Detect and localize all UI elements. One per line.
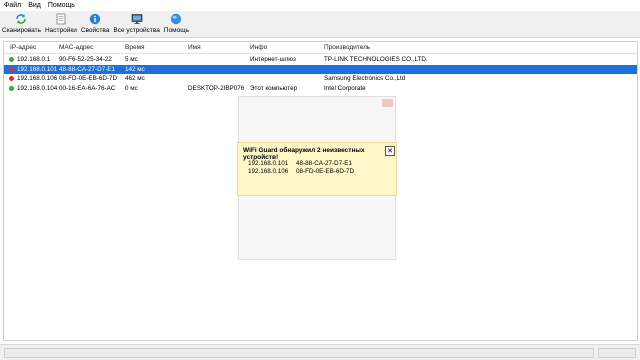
menu-view[interactable]: Вид xyxy=(28,2,41,9)
status-bar xyxy=(0,344,640,360)
status-dot-icon xyxy=(9,66,14,72)
cell-ip: 192.168.0.106 xyxy=(17,75,58,82)
status-progress-area xyxy=(4,348,594,358)
settings-page-icon xyxy=(55,13,67,25)
notification-device-mac: 48-88-CA-27-D7-E1 xyxy=(296,160,352,167)
table-row[interactable]: 192.168.0.104 00-16-EA-6A-76-AC 0 мс DES… xyxy=(4,84,637,94)
cell-ip: 192.168.0.101 xyxy=(17,65,58,73)
notification-device-ip: 192.168.0.101 xyxy=(248,160,289,167)
cell-time: 0 мс xyxy=(125,84,138,92)
table-row-selected[interactable]: 192.168.0.101 48-88-CA-27-D7-E1 142 мс xyxy=(4,64,637,74)
cell-mac: 48-88-CA-27-D7-E1 xyxy=(59,65,115,73)
settings-button[interactable]: Настройки xyxy=(45,11,77,37)
status-dot-icon xyxy=(9,76,14,81)
cell-mac: 08-FD-0E-EB-6D-7D xyxy=(59,75,118,82)
menu-bar: Файл Вид Помощь xyxy=(0,0,640,11)
unknown-devices-notification: WiFi Guard обнаружил 2 неизвестных устро… xyxy=(237,142,397,196)
notification-device-ip: 192.168.0.106 xyxy=(248,168,289,175)
close-icon xyxy=(382,99,393,107)
close-icon[interactable]: ✕ xyxy=(385,146,395,156)
cell-ip: 192.168.0.104 xyxy=(17,84,58,92)
cell-name: DESKTOP-2IBP076 xyxy=(188,84,245,92)
header-vendor[interactable]: Производитель xyxy=(324,44,370,51)
monitor-icon xyxy=(131,13,143,25)
cell-mac: 90-F6-52-25-34-22 xyxy=(59,56,112,63)
header-mac[interactable]: MAC-адрес xyxy=(59,44,94,51)
menu-help[interactable]: Помощь xyxy=(48,2,75,9)
header-info[interactable]: Инфо xyxy=(250,44,267,51)
settings-label: Настройки xyxy=(44,27,77,34)
all-devices-label: Все устройства xyxy=(113,27,160,34)
help-label: Помощь xyxy=(163,27,189,34)
status-dot-icon xyxy=(9,57,14,62)
table-row[interactable]: 192.168.0.106 08-FD-0E-EB-6D-7D 462 мс S… xyxy=(4,74,637,84)
scan-label: Сканировать xyxy=(2,27,41,34)
notification-title: WiFi Guard обнаружил 2 неизвестных устро… xyxy=(243,147,365,161)
help-button[interactable]: Помощь xyxy=(164,11,189,37)
header-name[interactable]: Имя xyxy=(188,44,201,51)
cell-time: 5 мс xyxy=(125,56,138,63)
cell-info: Интернет-шлюз xyxy=(250,56,296,63)
status-dot-icon xyxy=(9,85,14,91)
properties-label: Свойства xyxy=(80,27,110,34)
cell-vendor: TP-LINK TECHNOLOGIES CO.,LTD. xyxy=(324,56,428,63)
all-devices-button[interactable]: Все устройства xyxy=(113,11,160,37)
cell-time: 462 мс xyxy=(125,75,145,82)
cell-mac: 00-16-EA-6A-76-AC xyxy=(59,84,116,92)
menu-file[interactable]: Файл xyxy=(4,2,21,9)
help-globe-icon xyxy=(170,13,182,25)
properties-button[interactable]: Свойства xyxy=(80,11,110,37)
refresh-icon xyxy=(15,13,27,25)
toolbar: Сканировать Настройки Свойства Все устро… xyxy=(0,11,640,38)
cell-vendor: Intel Corporate xyxy=(324,84,366,92)
notification-device-mac: 08-FD-0E-EB-6D-7D xyxy=(296,168,355,175)
info-icon xyxy=(89,13,101,25)
cell-vendor: Samsung Electronics Co.,Ltd xyxy=(324,75,406,82)
cell-ip: 192.168.0.1 xyxy=(17,56,51,63)
table-row[interactable]: 192.168.0.1 90-F6-52-25-34-22 5 мс Интер… xyxy=(4,55,637,65)
cell-info: Этот компьютер xyxy=(250,84,298,92)
status-segment xyxy=(598,348,636,358)
table-header: IP-адрес MAC-адрес Время Имя Инфо Произв… xyxy=(4,42,637,54)
cell-time: 142 мс xyxy=(125,65,145,73)
scan-button[interactable]: Сканировать xyxy=(2,11,41,37)
header-time[interactable]: Время xyxy=(125,44,145,51)
header-ip[interactable]: IP-адрес xyxy=(10,44,36,51)
